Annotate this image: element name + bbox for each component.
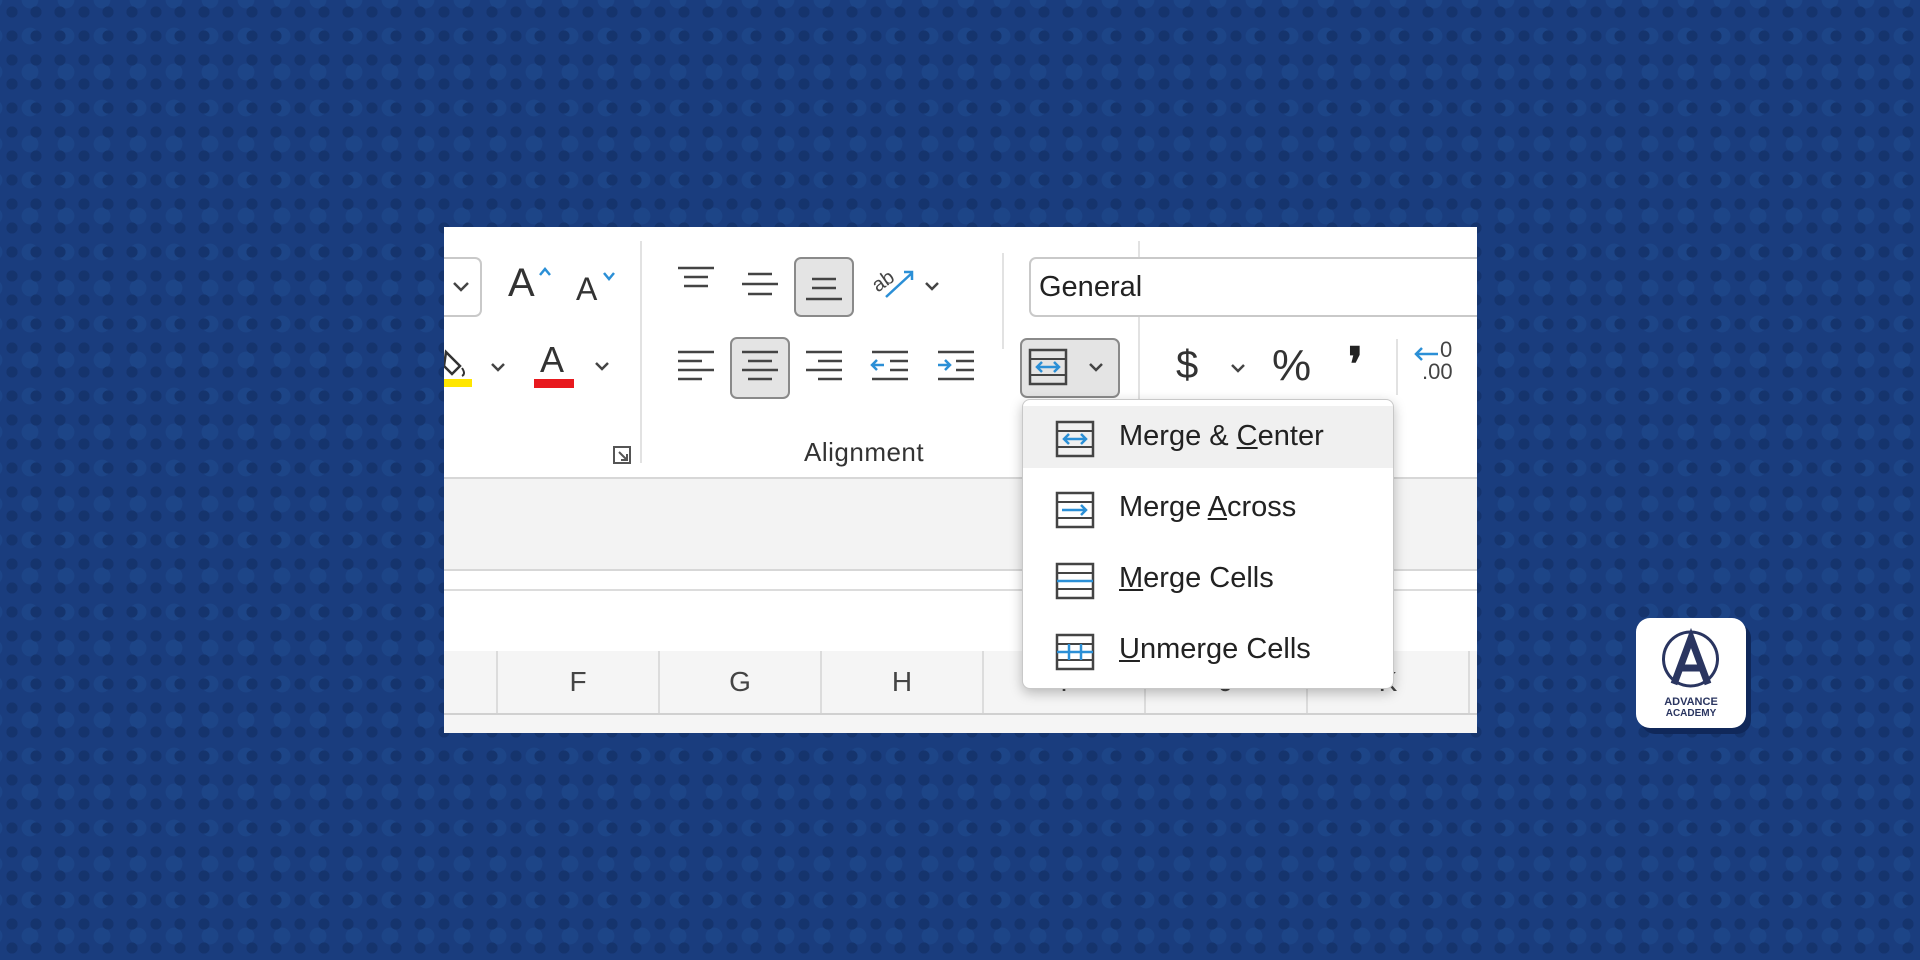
font-color-bar	[534, 379, 574, 388]
column-header-f[interactable]: F	[498, 651, 660, 713]
currency-symbol: $	[1176, 343, 1199, 387]
font-size-dropdown[interactable]	[444, 257, 482, 317]
font-color-label: A	[540, 339, 565, 380]
align-left-icon[interactable]	[676, 349, 716, 385]
merge-dropdown-menu: Merge & Center Merge Across Merge Cells …	[1022, 399, 1394, 689]
merge-and-center-item[interactable]: Merge & Center	[1023, 406, 1393, 468]
fill-color-button[interactable]	[444, 342, 514, 402]
font-dialog-launcher-icon[interactable]	[612, 445, 632, 465]
chevron-down-icon	[491, 363, 505, 372]
accounting-format-button[interactable]: $	[1172, 339, 1268, 395]
merge-across-icon	[1055, 491, 1095, 529]
logo-line-2: ACADEMY	[1665, 708, 1717, 719]
alignment-group-label: Alignment	[804, 437, 925, 467]
increase-font-size-button[interactable]: A	[506, 261, 554, 311]
increase-indent-icon[interactable]	[936, 349, 976, 385]
fill-color-bar	[444, 379, 472, 387]
unmerge-cells-item[interactable]: Unmerge Cells	[1023, 619, 1393, 681]
caret-up-icon	[539, 267, 551, 276]
chevron-down-icon	[453, 282, 469, 292]
unmerge-cells-icon	[1055, 633, 1095, 671]
percent-style-button[interactable]: %	[1272, 341, 1311, 391]
merge-across-label: Merge Across	[1119, 491, 1297, 523]
decrease-indent-icon[interactable]	[870, 349, 910, 385]
paint-bucket-icon	[444, 349, 465, 377]
column-header-h[interactable]: H	[822, 651, 984, 713]
merge-cells-label: Merge Cells	[1119, 562, 1274, 594]
group-separator	[1002, 253, 1004, 349]
comma-style-button[interactable]: ❜	[1348, 337, 1363, 391]
number-format-dropdown[interactable]: General	[1029, 257, 1477, 317]
merge-and-center-label: Merge & Center	[1119, 420, 1324, 452]
text-orientation-icon: ab	[870, 266, 914, 298]
top-align-icon[interactable]	[676, 265, 716, 295]
font-grow-label: A	[508, 261, 535, 305]
increase-decimal-button[interactable]: 0 .00	[1412, 337, 1472, 397]
center-align-button[interactable]	[730, 337, 790, 399]
font-color-button[interactable]: A	[532, 339, 622, 403]
unmerge-cells-label: Unmerge Cells	[1119, 633, 1311, 665]
merge-center-icon	[1028, 348, 1068, 386]
font-shrink-label: A	[576, 271, 598, 307]
align-right-icon[interactable]	[804, 349, 844, 385]
increase-decimal-bottom: .00	[1422, 359, 1453, 384]
academy-monogram-icon	[1662, 628, 1719, 688]
bottom-align-button[interactable]	[794, 257, 854, 317]
middle-align-icon[interactable]	[740, 271, 780, 301]
align-center-icon	[742, 350, 778, 381]
group-separator	[1396, 339, 1398, 395]
group-separator	[640, 241, 642, 463]
column-header-divider	[444, 713, 1477, 715]
merge-across-item[interactable]: Merge Across	[1023, 477, 1393, 539]
logo-line-1: ADVANCE	[1664, 696, 1718, 708]
chevron-down-icon	[1089, 363, 1103, 372]
orientation-button[interactable]: ab	[868, 257, 944, 313]
decrease-font-size-button[interactable]: A	[574, 265, 622, 315]
advance-academy-logo: ADVANCE ACADEMY	[1636, 618, 1746, 728]
svg-text:ab: ab	[870, 266, 899, 297]
merge-cells-icon	[1055, 562, 1095, 600]
bottom-align-icon	[806, 277, 842, 301]
column-header[interactable]	[444, 651, 498, 713]
merge-center-icon	[1055, 420, 1095, 458]
caret-down-icon	[603, 272, 615, 281]
chevron-down-icon	[925, 282, 939, 291]
merge-cells-item[interactable]: Merge Cells	[1023, 548, 1393, 610]
chevron-down-icon	[1231, 364, 1245, 373]
merge-center-split-button[interactable]	[1020, 338, 1120, 398]
column-header-g[interactable]: G	[660, 651, 822, 713]
number-format-value: General	[1039, 271, 1143, 303]
chevron-down-icon	[595, 362, 609, 371]
